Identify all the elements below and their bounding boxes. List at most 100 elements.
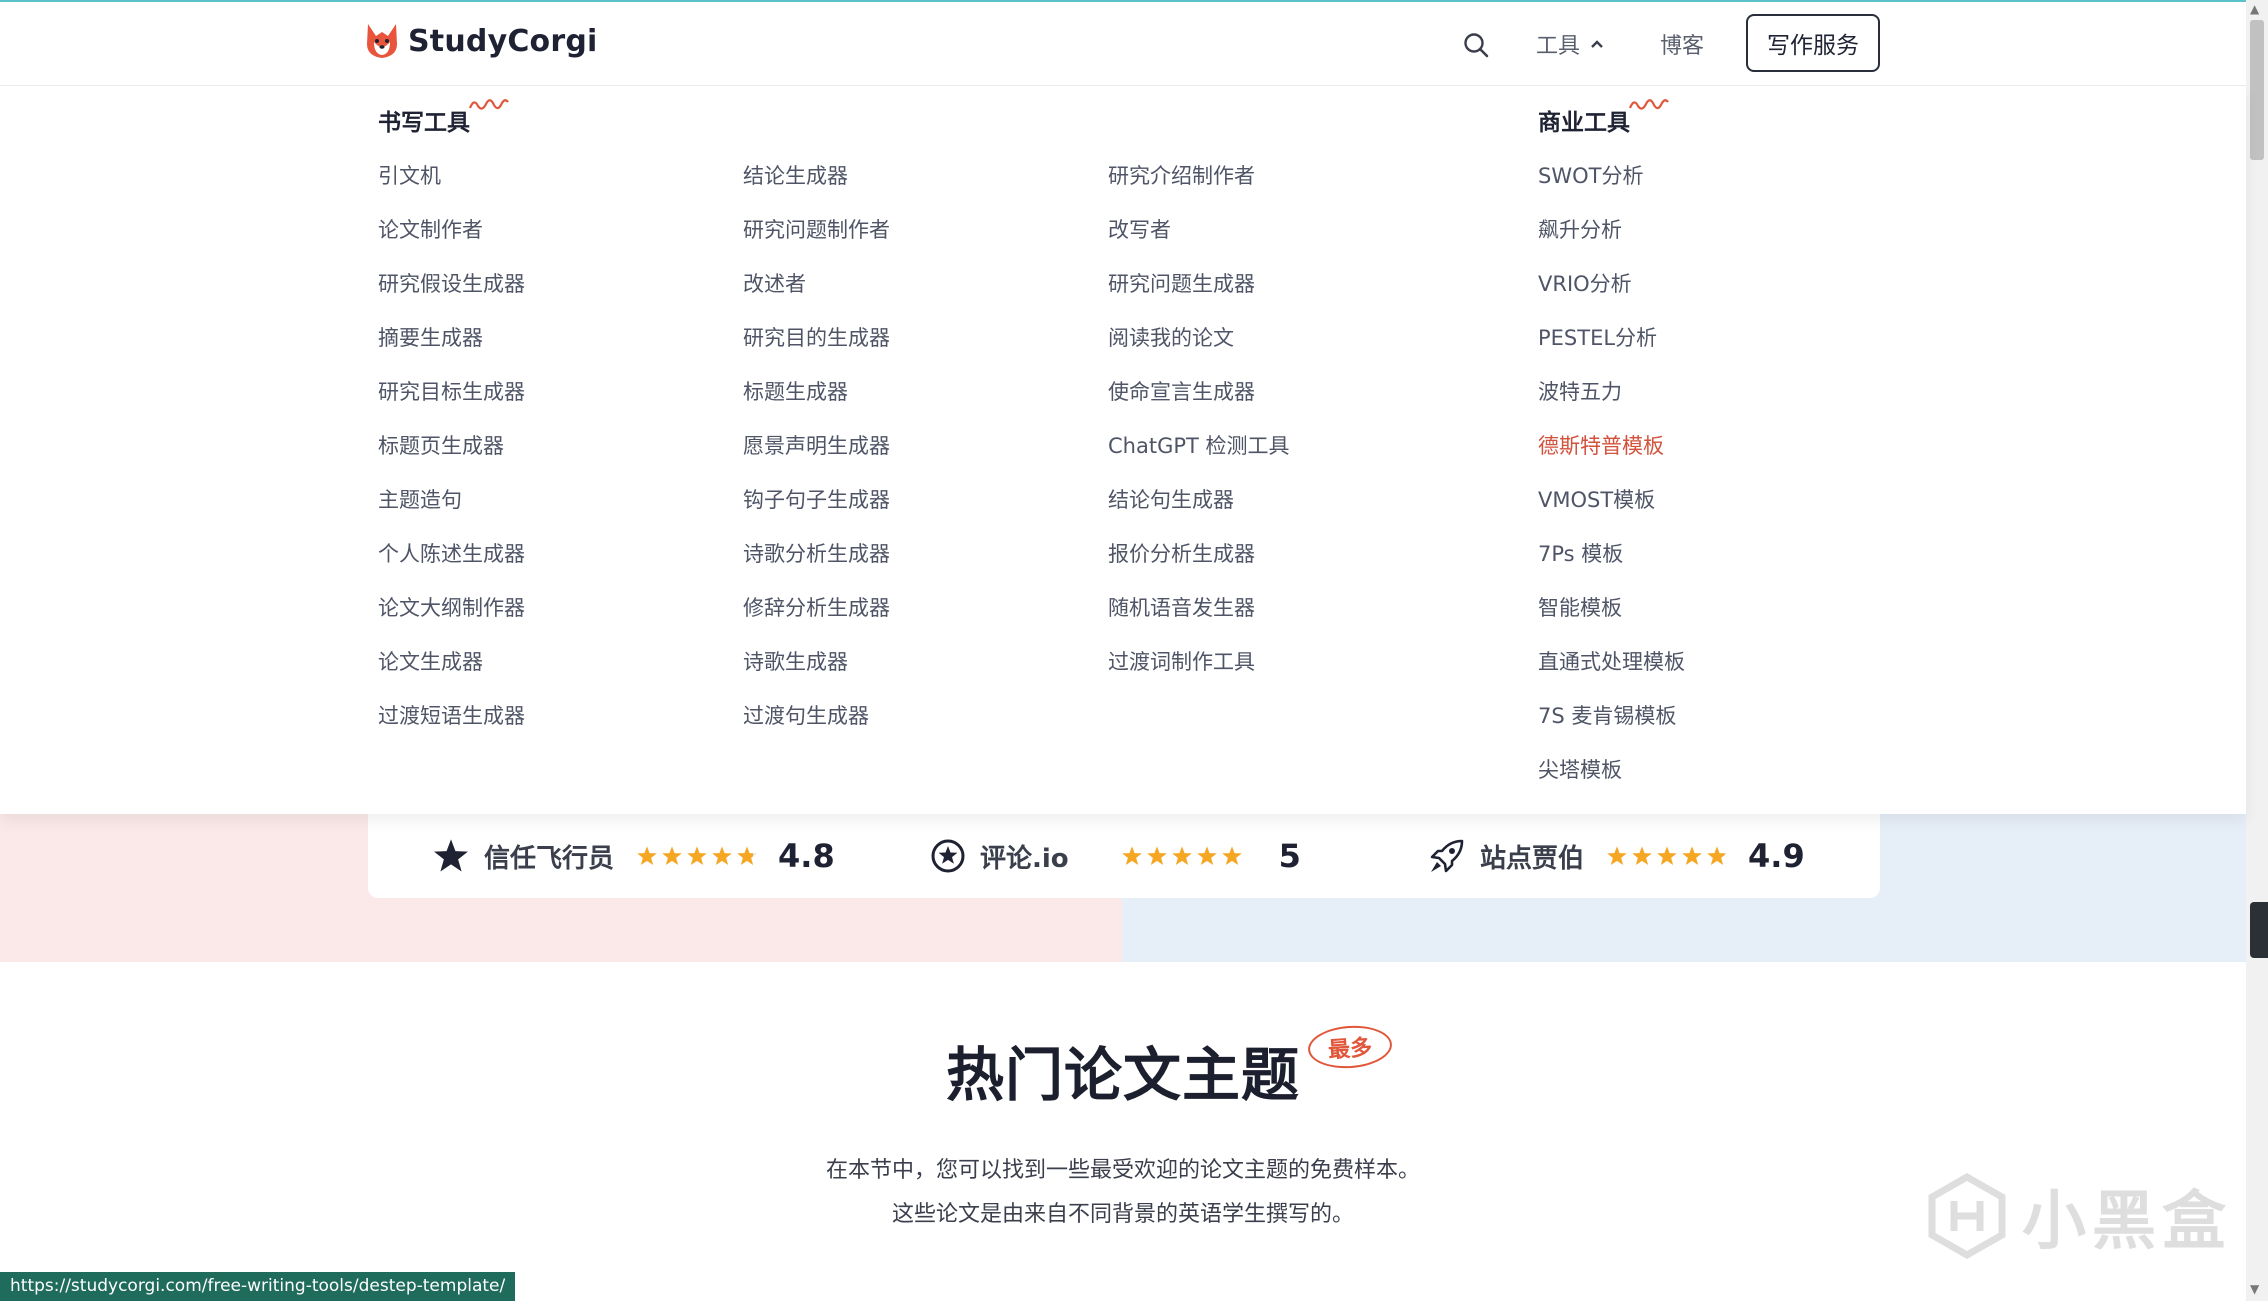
chevron-up-icon — [1591, 40, 1603, 48]
rating-star-icon — [637, 846, 657, 865]
tool-link[interactable]: 诗歌生成器 — [743, 647, 890, 701]
tool-link[interactable]: ChatGPT 检测工具 — [1108, 431, 1290, 485]
rating-star-icon — [1657, 846, 1677, 865]
tool-link[interactable]: 研究问题制作者 — [743, 215, 890, 269]
tool-link[interactable]: 论文大纲制作器 — [378, 593, 525, 647]
tool-link[interactable]: 研究介绍制作者 — [1108, 161, 1290, 215]
logo[interactable]: StudyCorgi — [364, 22, 598, 60]
rating-score: 4.9 — [1748, 837, 1805, 875]
rating-star-icon — [1171, 846, 1192, 865]
tool-link[interactable]: 改述者 — [743, 269, 890, 323]
tool-link[interactable]: 智能模板 — [1538, 593, 1685, 647]
rating-star-icon — [712, 846, 732, 865]
ratings-bar: 信任飞行员 4.8 评论.io 5 站点贾伯 4.9 — [368, 814, 1880, 898]
tool-link[interactable]: 过渡句生成器 — [743, 701, 890, 755]
tool-link[interactable]: 个人陈述生成器 — [378, 539, 525, 593]
tool-link[interactable]: 报价分析生成器 — [1108, 539, 1290, 593]
scroll-up-arrow-icon[interactable]: ▲ — [2250, 2, 2259, 16]
rating-star-icon — [1196, 846, 1217, 865]
nav-tools-menu[interactable]: 工具 — [1536, 28, 1604, 60]
writing-tools-column-3: 研究介绍制作者 改写者 研究问题生成器 阅读我的论文 使命宣言生成器 ChatGPT 检测… — [1108, 161, 1290, 701]
logo-text: StudyCorgi — [408, 23, 598, 59]
rating-name: 信任飞行员 — [484, 843, 615, 874]
rating-score: 4.8 — [778, 837, 835, 875]
tool-link[interactable]: 飙升分析 — [1538, 215, 1685, 269]
tool-link[interactable]: 研究目标生成器 — [378, 377, 525, 431]
star-rating — [1121, 845, 1243, 867]
tool-link[interactable]: 随机语音发生器 — [1108, 593, 1290, 647]
writing-tools-title: 书写工具 — [378, 110, 470, 136]
star-icon — [434, 839, 468, 872]
site-header: StudyCorgi 工具 博客 写作服务 — [0, 2, 2246, 86]
tool-link[interactable]: 引文机 — [378, 161, 525, 215]
rating-score: 5 — [1278, 837, 1301, 875]
nav-blog-link[interactable]: 博客 — [1660, 28, 1704, 60]
watermark-text: 小黑盒 — [2022, 1185, 2232, 1259]
watermark: 小黑盒 — [1924, 1170, 2232, 1262]
tool-link[interactable]: 标题生成器 — [743, 377, 890, 431]
tool-link[interactable]: 摘要生成器 — [378, 323, 525, 377]
tool-link[interactable]: 主题造句 — [378, 485, 525, 539]
page: StudyCorgi 工具 博客 写作服务 书写工具 商业工具 引文机 论文制作者… — [0, 0, 2268, 1301]
rating-star-icon — [1682, 846, 1702, 865]
rating-star-icon — [1632, 846, 1652, 865]
rating-name: 站点贾伯 — [1480, 843, 1585, 874]
tool-link[interactable]: 论文生成器 — [378, 647, 525, 701]
rating-star-icon — [1121, 846, 1142, 865]
tool-link[interactable]: PESTEL分析 — [1538, 323, 1685, 377]
tool-link[interactable]: 论文制作者 — [378, 215, 525, 269]
tool-link[interactable]: 尖塔模板 — [1538, 755, 1685, 809]
tool-link[interactable]: 标题页生成器 — [378, 431, 525, 485]
tool-link[interactable]: 研究目的生成器 — [743, 323, 890, 377]
badge-star-icon — [931, 839, 965, 873]
rating-sitejabber[interactable]: 站点贾伯 4.9 — [1428, 832, 1805, 880]
tools-dropdown: 书写工具 商业工具 引文机 论文制作者 研究假设生成器 摘要生成器 研究目标生成器 标题页… — [0, 86, 2246, 814]
popular-topics-title: 热门论文主题 — [945, 1041, 1300, 1109]
search-button[interactable] — [1458, 26, 1494, 64]
scrollbar-thumb[interactable] — [2250, 20, 2264, 160]
scrollbar[interactable] — [2246, 0, 2268, 1301]
writing-service-button[interactable]: 写作服务 — [1746, 14, 1880, 72]
watermark-logo-icon — [1928, 1173, 2006, 1259]
rating-star-icon — [662, 846, 682, 865]
tool-link[interactable]: 修辞分析生成器 — [743, 593, 890, 647]
tool-link[interactable]: 研究假设生成器 — [378, 269, 525, 323]
tool-link[interactable]: SWOT分析 — [1538, 161, 1685, 215]
tool-link[interactable]: 阅读我的论文 — [1108, 323, 1290, 377]
tool-link[interactable]: 诗歌分析生成器 — [743, 539, 890, 593]
search-icon — [1464, 33, 1489, 58]
tool-link[interactable]: 研究问题生成器 — [1108, 269, 1290, 323]
tool-link[interactable]: 改写者 — [1108, 215, 1290, 269]
rating-star-icon — [687, 846, 707, 865]
side-collapse-tab[interactable] — [2250, 902, 2268, 958]
rating-trustpilot[interactable]: 信任飞行员 4.8 — [432, 832, 835, 880]
popular-topics-description-line-1: 在本节中，您可以找到一些最受欢迎的论文主题的免费样本。 — [825, 1158, 1420, 1183]
rating-star-icon — [1607, 846, 1627, 865]
tool-link[interactable]: 过渡短语生成器 — [378, 701, 525, 755]
rating-star-icon — [1707, 846, 1727, 865]
tool-link[interactable]: VMOST模板 — [1538, 485, 1685, 539]
tool-link[interactable]: 愿景声明生成器 — [743, 431, 890, 485]
rating-reviews-io[interactable]: 评论.io 5 — [930, 832, 1301, 880]
tool-link[interactable]: 直通式处理模板 — [1538, 647, 1685, 701]
rocket-icon — [1430, 839, 1464, 873]
status-bar-url: https://studycorgi.com/free-writing-tool… — [0, 1272, 516, 1301]
rating-star-icon — [1221, 846, 1242, 865]
tool-link[interactable]: 德斯特普模板 — [1538, 431, 1685, 485]
tool-link[interactable]: 使命宣言生成器 — [1108, 377, 1290, 431]
rating-name: 评论.io — [980, 843, 1069, 874]
tool-link[interactable]: 过渡词制作工具 — [1108, 647, 1290, 701]
star-rating — [636, 845, 758, 867]
scroll-down-arrow-icon[interactable]: ▼ — [2250, 1282, 2259, 1296]
tool-link[interactable]: 7Ps 模板 — [1538, 539, 1685, 593]
tool-link[interactable]: 7S 麦肯锡模板 — [1538, 701, 1685, 755]
popular-topics-description-line-2: 这些论文是由来自不同背景的英语学生撰写的。 — [891, 1202, 1354, 1227]
squiggle-decoration — [1628, 99, 1669, 110]
tool-link[interactable]: 结论句生成器 — [1108, 485, 1290, 539]
writing-tools-column-2: 结论生成器 研究问题制作者 改述者 研究目的生成器 标题生成器 愿景声明生成器 钩子句子生成… — [743, 161, 890, 755]
tool-link[interactable]: 结论生成器 — [743, 161, 890, 215]
tool-link[interactable]: 波特五力 — [1538, 377, 1685, 431]
star-rating — [1606, 845, 1728, 867]
tool-link[interactable]: 钩子句子生成器 — [743, 485, 890, 539]
tool-link[interactable]: VRIO分析 — [1538, 269, 1685, 323]
